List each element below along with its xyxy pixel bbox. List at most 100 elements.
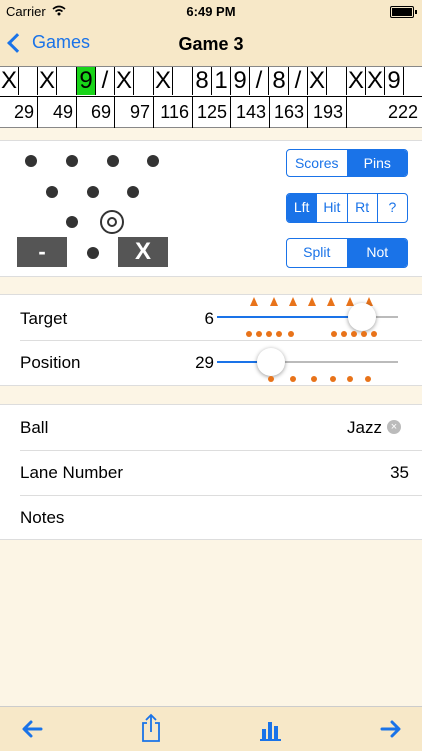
row-divider xyxy=(20,450,422,451)
position-slider-track[interactable] xyxy=(217,361,398,363)
target-marker xyxy=(346,297,354,306)
frame-total: 69 xyxy=(77,97,115,128)
frame-total: 29 xyxy=(0,97,38,128)
pin-8[interactable] xyxy=(66,155,78,167)
target-dot xyxy=(256,331,262,337)
frame-total: 97 xyxy=(115,97,154,128)
throw-box[interactable]: / xyxy=(250,67,269,95)
hit-segment[interactable]: Hit xyxy=(317,194,348,222)
notes-label[interactable]: Notes xyxy=(20,508,64,528)
target-dot xyxy=(246,331,252,337)
throw-box[interactable]: 9 xyxy=(231,67,250,95)
target-dot xyxy=(288,331,294,337)
throw-box[interactable] xyxy=(58,67,77,95)
lane-number-value[interactable]: 35 xyxy=(390,463,409,483)
pin-3-standing-icon[interactable] xyxy=(100,210,124,234)
details-panel: Ball Jazz × Lane Number 35 Notes xyxy=(0,404,422,540)
throw-row: X X 9/X X 8 1 9/8/X X X 9 xyxy=(0,67,422,95)
throw-box[interactable]: / xyxy=(289,67,308,95)
position-dot xyxy=(290,376,296,382)
target-dot xyxy=(331,331,337,337)
position-dot xyxy=(311,376,317,382)
pin-1[interactable] xyxy=(87,247,99,259)
frame-total: 143 xyxy=(231,97,270,128)
target-slider-thumb[interactable] xyxy=(347,303,376,331)
target-marker xyxy=(289,297,297,306)
pin-10[interactable] xyxy=(147,155,159,167)
target-dot xyxy=(341,331,347,337)
target-marker xyxy=(308,297,316,306)
share-icon[interactable] xyxy=(139,713,163,743)
status-time: 6:49 PM xyxy=(186,4,236,19)
pin-6[interactable] xyxy=(127,186,139,198)
throw-box[interactable]: 9 xyxy=(77,67,96,95)
target-dot xyxy=(276,331,282,337)
throw-box[interactable]: X xyxy=(154,67,173,95)
throw-box[interactable]: 8 xyxy=(270,67,289,95)
throw-box[interactable]: X xyxy=(0,67,19,95)
pin-7[interactable] xyxy=(25,155,37,167)
target-marker xyxy=(270,297,278,306)
frame-total: 193 xyxy=(308,97,347,128)
frame-total: 163 xyxy=(270,97,308,128)
throw-box[interactable] xyxy=(19,67,38,95)
position-dot xyxy=(268,376,274,382)
pin-9[interactable] xyxy=(107,155,119,167)
position-dot xyxy=(330,376,336,382)
throw-box[interactable] xyxy=(135,67,154,95)
pins-segment[interactable]: Pins xyxy=(347,150,407,176)
battery-icon xyxy=(390,6,417,18)
unknown-segment[interactable]: ? xyxy=(378,194,407,222)
position-slider-thumb[interactable] xyxy=(257,348,286,376)
pin-panel: - X Scores Pins Lft Hit Rt ? Split Not xyxy=(0,140,422,277)
row-divider xyxy=(20,495,422,496)
position-value: 29 xyxy=(195,353,214,372)
split-toggle: Split Not xyxy=(286,238,408,268)
ball-label: Ball xyxy=(20,418,49,437)
throw-box[interactable]: X xyxy=(115,67,134,95)
side-toggle: Lft Hit Rt ? xyxy=(286,193,408,223)
bottom-toolbar xyxy=(0,706,422,751)
scores-segment[interactable]: Scores xyxy=(287,150,348,176)
frame-totals-row: 29 49 69 97 116 125 143 163 193 222 xyxy=(0,96,422,128)
ball-value[interactable]: Jazz xyxy=(347,418,382,438)
clear-icon[interactable]: × xyxy=(387,420,401,434)
left-arrow-icon[interactable] xyxy=(20,717,44,741)
split-segment[interactable]: Split xyxy=(287,239,348,267)
throw-box[interactable]: X xyxy=(366,67,385,95)
target-dot xyxy=(351,331,357,337)
throw-box[interactable]: X xyxy=(308,67,327,95)
throw-box[interactable]: X xyxy=(38,67,57,95)
throw-box[interactable]: 1 xyxy=(212,67,231,95)
pin-5[interactable] xyxy=(87,186,99,198)
left-segment[interactable]: Lft xyxy=(287,194,318,222)
right-segment[interactable]: Rt xyxy=(348,194,378,222)
target-marker xyxy=(327,297,335,306)
throw-box[interactable] xyxy=(328,67,347,95)
slider-panel: Target 6 Position 29 xyxy=(0,294,422,386)
strike-button[interactable]: X xyxy=(118,237,168,267)
throw-box[interactable]: 9 xyxy=(385,67,404,95)
target-dot xyxy=(361,331,367,337)
pin-2[interactable] xyxy=(66,216,78,228)
not-split-segment[interactable]: Not xyxy=(347,239,407,267)
right-arrow-icon[interactable] xyxy=(379,717,403,741)
throw-box[interactable]: X xyxy=(347,67,366,95)
frame-total: 49 xyxy=(38,97,77,128)
row-divider xyxy=(20,340,422,341)
frame-total: 116 xyxy=(154,97,193,128)
spare-button[interactable]: - xyxy=(17,237,67,267)
pin-4[interactable] xyxy=(46,186,58,198)
throw-box[interactable]: / xyxy=(96,67,115,95)
target-label: Target xyxy=(20,309,68,328)
scoreboard: X X 9/X X 8 1 9/8/X X X 9 29 49 69 97 116 125 143 163 193… xyxy=(0,66,422,128)
position-dot xyxy=(365,376,371,382)
throw-box[interactable] xyxy=(174,67,193,95)
view-toggle: Scores Pins xyxy=(286,149,408,177)
status-bar: Carrier 6:49 PM xyxy=(0,0,422,22)
throw-box[interactable]: 8 xyxy=(193,67,212,95)
position-dot xyxy=(347,376,353,382)
frame-total: 222 xyxy=(387,102,418,122)
bar-chart-icon[interactable] xyxy=(259,717,283,741)
target-value: 6 xyxy=(204,309,214,328)
